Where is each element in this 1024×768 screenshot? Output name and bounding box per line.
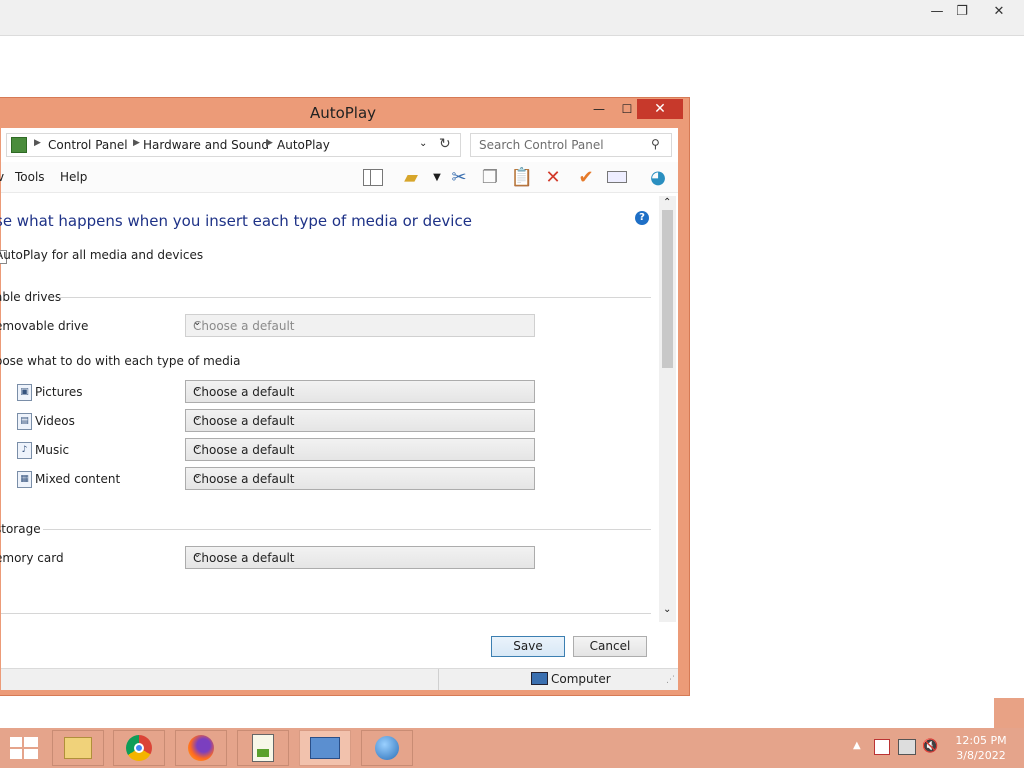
paste-icon[interactable]: 📋 [510,166,534,188]
use-autoplay-label: AutoPlay for all media and devices [0,248,204,262]
cancel-button[interactable]: Cancel [573,636,647,657]
close-button[interactable]: ✕ [637,99,683,119]
chrome-icon[interactable] [113,730,165,766]
removable-drive-label: emovable drive [0,319,89,333]
windows-start-icon[interactable] [10,737,38,759]
chevron-down-icon: ⌄ [193,383,202,394]
folder-dropdown-icon[interactable]: ▼ [425,166,449,188]
delete-icon[interactable]: ✕ [541,166,565,188]
help-icon[interactable]: ? [635,211,649,225]
section-divider [59,297,651,298]
chevron-down-icon: ⌄ [193,470,202,481]
menu-toolbar: v Tools Help ▰ ▼ ✂ ❐ 📋 ✕ ✔ ◕ [0,162,678,193]
memory-card-select[interactable]: Choose a default ⌄ [185,546,535,569]
folder-properties-icon[interactable]: ▰ [399,166,423,188]
videos-label: Videos [35,414,75,428]
menu-tools[interactable]: Tools [15,170,45,184]
breadcrumb-separator-icon: ▶ [266,138,273,148]
content-divider [1,613,651,614]
layout-icon[interactable] [361,166,385,188]
window-client-area: ▶ Control Panel ▶ Hardware and Sound ▶ A… [0,128,678,690]
music-icon: ♪ [17,442,32,459]
show-hidden-icons[interactable]: ▲ [853,740,861,751]
network-web-icon[interactable] [361,730,413,766]
address-dropdown-icon[interactable]: ⌄ [419,138,427,149]
volume-muted-icon[interactable]: 🔇 [922,739,938,754]
rename-icon[interactable] [605,166,629,188]
action-center-flag-icon[interactable] [874,739,890,755]
save-button[interactable]: Save [491,636,565,657]
search-placeholder: Search Control Panel [479,138,604,152]
memory-card-label: emory card [0,551,64,565]
breadcrumb-control-panel[interactable]: Control Panel [48,138,128,152]
chevron-down-icon: ⌄ [193,549,202,560]
music-select[interactable]: Choose a default ⌄ [185,438,535,461]
breadcrumb-separator-icon: ▶ [34,138,41,148]
file-explorer-icon[interactable] [52,730,104,766]
status-divider [438,669,439,690]
network-icon[interactable] [898,739,916,755]
mixed-content-label: Mixed content [35,472,121,486]
control-panel-icon [11,137,27,153]
breadcrumb-autoplay[interactable]: AutoPlay [277,138,330,152]
status-bar: Computer ⋰ [1,668,678,690]
chevron-down-icon: ⌄ [193,441,202,452]
section-divider [43,529,651,530]
menu-help[interactable]: Help [60,170,87,184]
scroll-up-icon[interactable]: ⌃ [663,197,671,208]
side-panel-peek [994,698,1024,730]
storage-section-title: storage [0,522,41,536]
address-bar[interactable]: ▶ Control Panel ▶ Hardware and Sound ▶ A… [6,133,461,157]
search-icon[interactable]: ⚲ [651,137,660,151]
computer-icon [531,672,548,685]
resize-grip-icon[interactable]: ⋰ [666,675,675,685]
mixed-content-icon: ▦ [17,471,32,488]
clock-date: 3/8/2022 [956,749,1006,762]
copy-icon[interactable]: ❐ [478,166,502,188]
status-location: Computer [551,672,611,686]
search-box[interactable]: Search Control Panel ⚲ [470,133,672,157]
autoplay-window: AutoPlay — ☐ ✕ ▶ Control Panel ▶ Hardwar… [0,97,690,696]
pictures-icon: ▣ [17,384,32,401]
refresh-icon[interactable]: ↻ [439,136,451,152]
outer-window-titlebar: — ❐ ✕ [0,0,1024,36]
music-label: Music [35,443,70,457]
checkmark-icon[interactable]: ✔ [574,166,598,188]
outer-close-button[interactable]: ✕ [982,0,1016,22]
menu-view[interactable]: v [0,170,4,184]
videos-select[interactable]: Choose a default ⌄ [185,409,535,432]
minimize-button[interactable]: — [585,100,613,118]
notepad-plus-plus-icon[interactable] [237,730,289,766]
scrollbar-thumb[interactable] [662,210,673,368]
pictures-label: Pictures [35,385,83,399]
taskbar: ▲ 🔇 12:05 PM 3/8/2022 [0,728,1024,768]
system-clock[interactable]: 12:05 PM 3/8/2022 [946,733,1016,763]
breadcrumb-hardware-and-sound[interactable]: Hardware and Sound [143,138,269,152]
removable-drives-section-title: able drives [0,290,62,304]
firefox-icon[interactable] [175,730,227,766]
removable-drive-select[interactable]: Choose a default ⌄ [185,314,535,337]
scroll-down-icon[interactable]: ⌄ [663,604,671,615]
shell-icon[interactable]: ◕ [646,166,670,188]
page-heading: se what happens when you insert each typ… [0,212,472,230]
pictures-select[interactable]: Choose a default ⌄ [185,380,535,403]
clock-time: 12:05 PM [955,734,1007,747]
vertical-scrollbar[interactable]: ⌃ ⌄ [659,196,676,622]
breadcrumb-separator-icon: ▶ [133,138,140,148]
videos-icon: ▤ [17,413,32,430]
chevron-down-icon: ⌄ [193,317,202,328]
media-type-label: oose what to do with each type of media [0,354,241,368]
outer-restore-button[interactable]: ❐ [945,0,979,22]
cut-icon[interactable]: ✂ [447,166,471,188]
remote-desktop-icon[interactable] [299,730,351,766]
mixed-content-select[interactable]: Choose a default ⌄ [185,467,535,490]
chevron-down-icon: ⌄ [193,412,202,423]
